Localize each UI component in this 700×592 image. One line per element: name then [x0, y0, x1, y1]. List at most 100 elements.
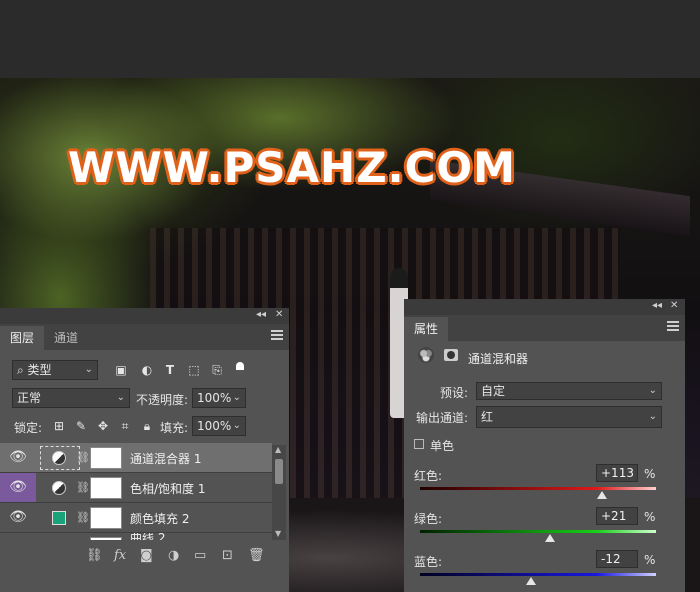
lock-all-icon[interactable]: 🔒︎	[140, 419, 154, 433]
green-slider-track[interactable]	[420, 530, 656, 533]
lock-transparent-icon[interactable]: ⊞	[52, 419, 66, 433]
close-icon[interactable]: ✕	[670, 300, 678, 311]
properties-panel: ◂◂ ✕ 属性 通道混和器 预设: 自定 ⌄ 输出通道: 红 ⌄ 单色 红色: …	[404, 299, 685, 592]
output-channel-select[interactable]: 红 ⌄	[476, 406, 662, 428]
layer-number: 2	[157, 533, 166, 540]
opacity-label: 不透明度:	[136, 393, 189, 407]
panel-menu-icon[interactable]	[667, 321, 679, 331]
green-percent: %	[644, 510, 656, 524]
visibility-eye-icon[interactable]: 👁︎	[0, 443, 36, 472]
adjustment-thumbnail-icon	[52, 481, 66, 495]
layer-number: 1	[193, 452, 202, 466]
layers-bottom-bar: ⛓ fx ◙ ◑ ▭ ⊡ 🗑︎	[0, 540, 289, 574]
lock-position-icon[interactable]: ✥	[96, 419, 110, 433]
delete-layer-icon[interactable]: 🗑︎	[248, 548, 265, 563]
layer-mask-thumbnail[interactable]	[90, 477, 122, 499]
tab-channels[interactable]: 通道	[44, 326, 88, 350]
opacity-field[interactable]: 100% ⌄	[192, 388, 246, 408]
type-filter-icon[interactable]: T	[163, 363, 177, 377]
visibility-eye-icon[interactable]: 👁︎	[0, 473, 36, 502]
blue-label: 蓝色:	[414, 555, 443, 569]
blue-slider-handle[interactable]	[525, 577, 536, 585]
collapse-icon[interactable]: ◂◂	[652, 300, 662, 311]
red-label: 红色:	[414, 469, 443, 483]
layer-number: 1	[197, 482, 206, 496]
output-channel-value: 红	[481, 410, 494, 424]
fill-field[interactable]: 100% ⌄	[192, 416, 246, 436]
layer-name: 色相/饱和度	[130, 482, 195, 496]
new-adjustment-icon[interactable]: ◑	[168, 548, 179, 563]
layer-row-channel-mixer[interactable]: 👁︎ ⛓ 通道混合器 1	[0, 443, 272, 473]
scroll-up-icon[interactable]: ▲	[275, 445, 281, 454]
red-value-field[interactable]: +113	[596, 464, 638, 482]
lock-paint-icon[interactable]: ✎	[74, 419, 88, 433]
add-mask-icon[interactable]: ◙	[140, 548, 153, 563]
mask-icon[interactable]	[444, 349, 458, 361]
layer-mask-thumbnail[interactable]	[90, 447, 122, 469]
watermark-text: WWW.PSAHZ.COM	[68, 143, 516, 192]
link-layers-icon[interactable]: ⛓	[86, 548, 103, 563]
filter-kind-value: 类型	[27, 363, 52, 377]
panel-menu-icon[interactable]	[271, 330, 283, 340]
green-value-field[interactable]: +21	[596, 507, 638, 525]
layer-row-color-fill[interactable]: 👁︎ ⛓ 颜色填充 2	[0, 503, 272, 533]
scroll-down-icon[interactable]: ▼	[275, 529, 281, 538]
chevron-down-icon: ⌄	[84, 364, 93, 375]
monochrome-checkbox[interactable]	[414, 439, 424, 449]
visibility-eye-icon[interactable]: 👁︎	[0, 503, 36, 532]
fill-value: 100%	[197, 419, 232, 433]
layer-row-hue-saturation[interactable]: 👁︎ ⛓ 色相/饱和度 1	[0, 473, 272, 503]
layer-name: 曲线	[130, 533, 155, 540]
layer-number: 2	[181, 512, 190, 526]
layer-label: 色相/饱和度 1	[130, 480, 206, 497]
adjustment-filter-icon[interactable]: ◐	[140, 363, 154, 377]
lock-label: 锁定:	[14, 421, 43, 435]
opacity-value: 100%	[197, 391, 232, 405]
filter-kind-select[interactable]: ⌕ 类型 ⌄	[12, 360, 98, 380]
red-percent: %	[644, 467, 656, 481]
new-layer-icon[interactable]: ⊡	[222, 548, 233, 563]
link-icon[interactable]: ⛓	[76, 511, 90, 524]
chevron-down-icon: ⌄	[648, 385, 657, 396]
channel-mixer-icon	[418, 347, 434, 363]
layers-panel-titlebar: ◂◂ ✕	[0, 308, 289, 324]
top-dark-area	[0, 0, 700, 78]
shape-filter-icon[interactable]: ⬚	[187, 363, 201, 377]
layer-name: 颜色填充	[130, 512, 179, 526]
tab-layers[interactable]: 图层	[0, 326, 45, 350]
monochrome-label: 单色	[430, 439, 455, 453]
chevron-down-icon: ⌄	[232, 420, 241, 431]
layers-scrollbar[interactable]: ▲ ▼	[272, 445, 286, 540]
preset-select[interactable]: 自定 ⌄	[476, 382, 662, 400]
image-filter-icon[interactable]: ▣	[114, 363, 128, 377]
green-slider-handle[interactable]	[544, 534, 555, 542]
properties-tabs: 属性	[404, 315, 685, 341]
blue-slider-track[interactable]	[420, 573, 656, 576]
link-icon[interactable]: ⛓	[76, 451, 90, 464]
tab-properties[interactable]: 属性	[404, 317, 449, 341]
fx-icon[interactable]: fx	[114, 548, 126, 563]
chevron-down-icon: ⌄	[116, 392, 125, 403]
adjustment-title: 通道混和器	[468, 352, 529, 366]
green-label: 绿色:	[414, 512, 443, 526]
preset-value: 自定	[481, 384, 506, 398]
blue-value-field[interactable]: -12	[596, 550, 638, 568]
layer-mask-thumbnail[interactable]	[90, 507, 122, 529]
visibility-eye-icon[interactable]: 👁︎	[0, 533, 36, 540]
layer-name: 通道混合器	[130, 452, 191, 466]
red-slider-handle[interactable]	[596, 491, 607, 499]
fill-color-swatch[interactable]	[52, 511, 66, 525]
red-slider-track[interactable]	[420, 487, 656, 490]
link-icon[interactable]: ⛓	[76, 481, 90, 494]
blend-mode-select[interactable]: 正常 ⌄	[12, 388, 130, 408]
close-icon[interactable]: ✕	[275, 309, 283, 320]
smart-object-filter-icon[interactable]: ⎘	[210, 363, 224, 377]
preset-label: 预设:	[440, 386, 469, 400]
scrollbar-thumb[interactable]	[275, 459, 283, 484]
new-group-icon[interactable]: ▭	[194, 548, 206, 563]
collapse-icon[interactable]: ◂◂	[256, 309, 266, 320]
lock-artboard-icon[interactable]: ⌗	[118, 419, 132, 433]
filter-toggle-icon[interactable]	[236, 362, 244, 378]
layer-row-curves[interactable]: 👁︎ 曲线 2	[0, 533, 272, 540]
fill-label: 填充:	[160, 421, 189, 435]
